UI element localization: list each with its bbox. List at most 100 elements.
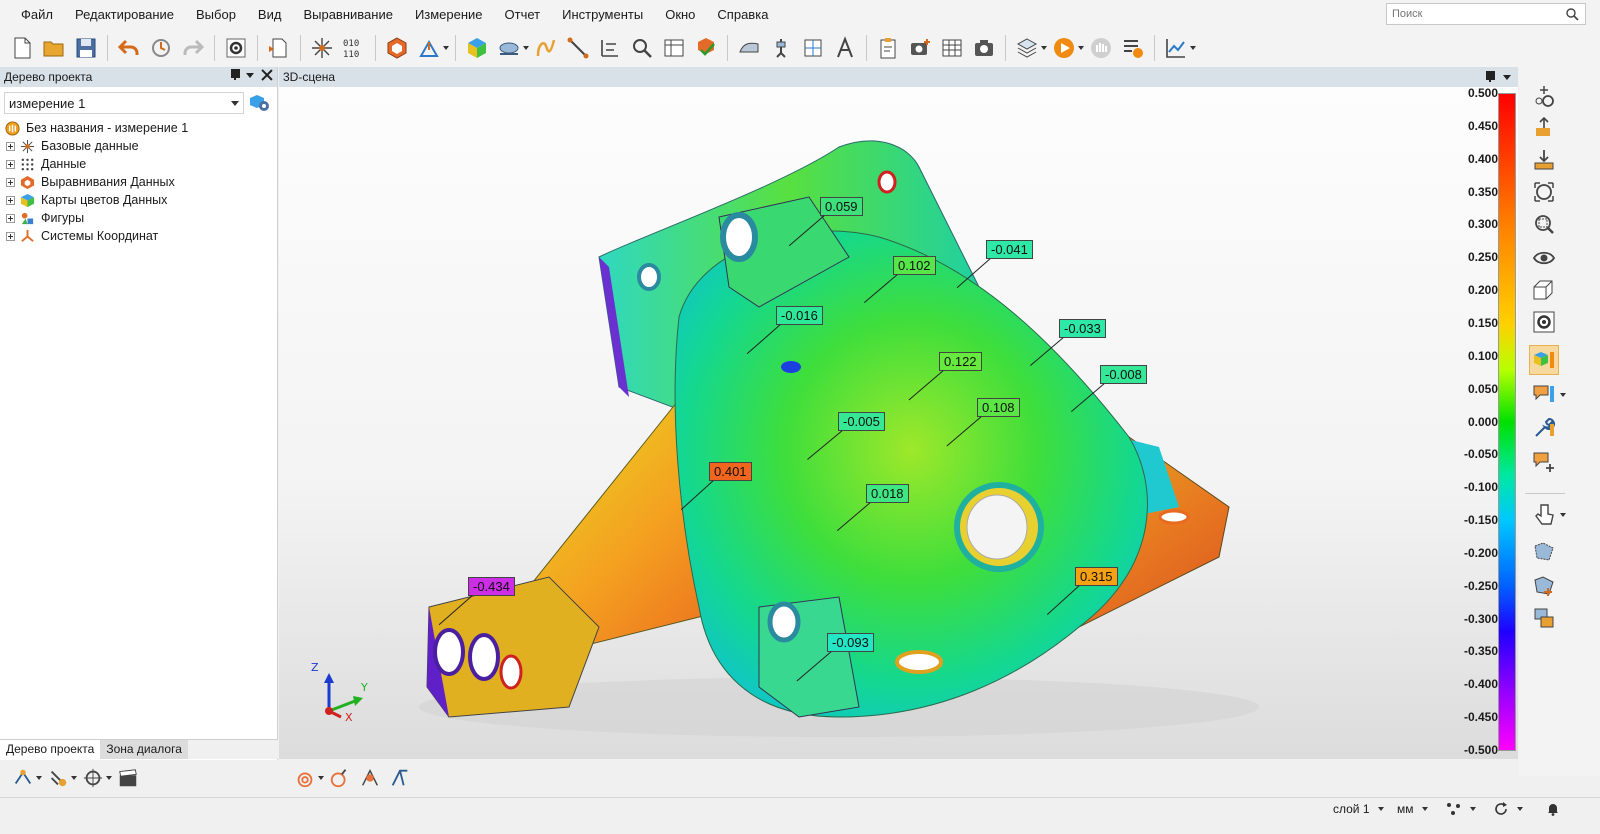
- transfer-region-button[interactable]: [1529, 603, 1559, 633]
- menu-report[interactable]: Отчет: [494, 0, 552, 29]
- view-settings-button[interactable]: [1529, 307, 1559, 337]
- zoom-window-button[interactable]: [1529, 209, 1559, 239]
- tree-tool-2-dropdown[interactable]: [69, 762, 78, 794]
- inspection-button[interactable]: [690, 32, 722, 64]
- hand-select-button[interactable]: [1529, 499, 1559, 529]
- play-button[interactable]: [1048, 32, 1080, 64]
- chart-button[interactable]: [1160, 32, 1192, 64]
- hand-select-dropdown[interactable]: [1560, 513, 1568, 521]
- section-button[interactable]: [493, 32, 525, 64]
- part-color-map-model[interactable]: [279, 87, 1518, 759]
- scene-tool-1-dropdown[interactable]: [316, 762, 325, 794]
- tree-tool-1-dropdown[interactable]: [34, 762, 43, 794]
- annotation-view-button[interactable]: [1529, 379, 1559, 409]
- deviation-callout[interactable]: -0.033: [1059, 319, 1106, 338]
- pin-icon[interactable]: [1485, 71, 1495, 83]
- undo-history-button[interactable]: [145, 32, 177, 64]
- save-button[interactable]: [70, 32, 102, 64]
- deviation-callout[interactable]: 0.315: [1075, 567, 1118, 586]
- color-map-button[interactable]: [461, 32, 493, 64]
- scene-menu-icon[interactable]: [1502, 72, 1512, 82]
- measure-line-button[interactable]: [562, 32, 594, 64]
- undo-button[interactable]: [113, 32, 145, 64]
- deviation-callout[interactable]: -0.041: [986, 240, 1033, 259]
- menu-alignment[interactable]: Выравнивание: [292, 0, 403, 29]
- snap-mode-button[interactable]: [1446, 802, 1476, 816]
- menu-file[interactable]: Файл: [10, 0, 64, 29]
- curve-button[interactable]: [530, 32, 562, 64]
- deviation-callout[interactable]: 0.102: [893, 256, 936, 275]
- dimension-button[interactable]: [594, 32, 626, 64]
- alignment-button[interactable]: [381, 32, 413, 64]
- deviation-callout[interactable]: -0.016: [776, 306, 823, 325]
- menu-measurement[interactable]: Измерение: [404, 0, 494, 29]
- redo-button[interactable]: [177, 32, 209, 64]
- deviation-callout[interactable]: 0.401: [709, 462, 752, 481]
- measurement-properties-icon[interactable]: [249, 93, 271, 113]
- expand-icon[interactable]: [6, 231, 15, 241]
- measurement-select[interactable]: измерение 1: [4, 92, 244, 114]
- deviation-callout[interactable]: -0.008: [1100, 365, 1147, 384]
- close-icon[interactable]: [261, 69, 273, 81]
- layers-button[interactable]: [1011, 32, 1043, 64]
- deviation-callout[interactable]: 0.059: [820, 197, 863, 216]
- notifications-button[interactable]: [1546, 802, 1560, 816]
- tree-item-data[interactable]: Данные: [0, 155, 276, 173]
- gdt-button[interactable]: [626, 32, 658, 64]
- zoom-extents-button[interactable]: [1529, 177, 1559, 207]
- tree-item-features[interactable]: Фигуры: [0, 209, 276, 227]
- menu-edit[interactable]: Редактирование: [64, 0, 185, 29]
- deviation-callout[interactable]: 0.018: [866, 484, 909, 503]
- deviation-callout[interactable]: 0.108: [977, 398, 1020, 417]
- snapshot-add-button[interactable]: [904, 32, 936, 64]
- annotation-view-dropdown[interactable]: [1560, 393, 1568, 401]
- menu-help[interactable]: Справка: [706, 0, 779, 29]
- add-annotation-button[interactable]: [1529, 447, 1559, 477]
- menu-select[interactable]: Выбор: [185, 0, 247, 29]
- points-button[interactable]: [306, 32, 338, 64]
- drop-view-button[interactable]: [1529, 145, 1559, 175]
- gauge-button[interactable]: [797, 32, 829, 64]
- standard-views-button[interactable]: [1529, 275, 1559, 305]
- deviation-callout[interactable]: -0.093: [827, 633, 874, 652]
- menu-tools[interactable]: Инструменты: [551, 0, 654, 29]
- tree-item-coordinate-systems[interactable]: Системы Координат: [0, 227, 276, 245]
- 3d-scene-viewport[interactable]: Z Y X 0.059 0.102 -0.041 -0.016 -0.033 0.122 -…: [279, 87, 1518, 759]
- settings-button[interactable]: [220, 32, 252, 64]
- add-region-button[interactable]: [1529, 571, 1559, 601]
- stop-button[interactable]: [1085, 32, 1117, 64]
- search-input[interactable]: [1387, 4, 1557, 24]
- visibility-button[interactable]: [1529, 243, 1559, 273]
- tab-project-tree[interactable]: Дерево проекта: [0, 740, 101, 759]
- tool-view-button[interactable]: [1529, 413, 1559, 443]
- zoom-points-button[interactable]: [1529, 81, 1559, 111]
- surface-button[interactable]: [733, 32, 765, 64]
- tree-tool-4-button[interactable]: [113, 763, 143, 793]
- tree-item-data-alignments[interactable]: Выравнивания Данных: [0, 173, 276, 191]
- expand-icon[interactable]: [6, 195, 15, 205]
- menu-view[interactable]: Вид: [247, 0, 293, 29]
- tree-root-item[interactable]: Без названия - измерение 1: [0, 119, 276, 137]
- color-map-view-button[interactable]: [1529, 345, 1559, 375]
- expand-icon[interactable]: [6, 141, 15, 151]
- best-fit-button[interactable]: [413, 32, 445, 64]
- select-region-button[interactable]: [1529, 537, 1559, 567]
- panel-menu-icon[interactable]: [245, 70, 255, 80]
- deviation-callout[interactable]: 0.122: [939, 352, 982, 371]
- screenshot-button[interactable]: [968, 32, 1000, 64]
- deviation-callout[interactable]: -0.434: [468, 577, 515, 596]
- expand-icon[interactable]: [6, 159, 15, 169]
- scene-tool-4-button[interactable]: [385, 763, 415, 793]
- tab-dialog-zone[interactable]: Зона диалога: [100, 740, 188, 759]
- align-view-button[interactable]: [1529, 113, 1559, 143]
- tree-item-reference-data[interactable]: Базовые данные: [0, 137, 276, 155]
- scene-tool-3-button[interactable]: [355, 763, 385, 793]
- layer-select[interactable]: слой 1: [1333, 802, 1384, 816]
- table-report-button[interactable]: [658, 32, 690, 64]
- tree-tool-3-dropdown[interactable]: [104, 762, 113, 794]
- binary-data-button[interactable]: 010 110: [338, 32, 370, 64]
- open-file-button[interactable]: [38, 32, 70, 64]
- refresh-button[interactable]: [1493, 802, 1523, 816]
- search-icon[interactable]: [1565, 7, 1579, 21]
- expand-icon[interactable]: [6, 177, 15, 187]
